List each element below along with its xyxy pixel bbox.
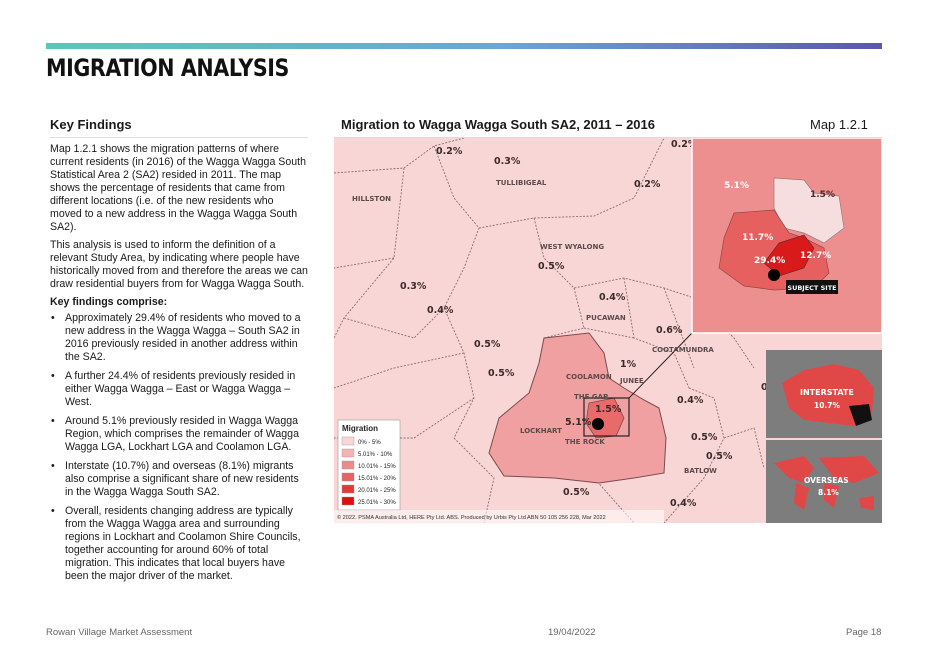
place-label: PUCAWAN — [586, 314, 626, 322]
legend-swatch — [341, 496, 355, 506]
place-label: JUNEE — [619, 377, 644, 385]
legend-label: 5.01% - 10% — [358, 452, 393, 458]
divider — [50, 137, 308, 138]
inset-percent-label: 1.5% — [810, 190, 835, 200]
percent-label: 0.2% — [634, 179, 661, 190]
percent-label: 0.5% — [691, 432, 718, 443]
list-item: Approximately 29.4% of residents who mov… — [50, 312, 308, 364]
key-findings-heading: Key Findings — [50, 117, 132, 132]
percent-label: 0.4% — [599, 292, 626, 303]
subject-site-marker — [592, 418, 604, 430]
migration-map: HILLSTON TULLIBIGEAL WEST WYALONG PUCAWA… — [334, 138, 882, 523]
map-legend: Migration 0% - 5% 5.01% - 10% 10.01% - 15%… — [337, 419, 401, 511]
place-label: COOTAMUNDRA — [652, 346, 714, 354]
inset-percent-label: 12.7% — [800, 251, 831, 261]
subject-site-label: SUBJECT SITE — [787, 284, 836, 292]
percent-label: 1% — [620, 359, 637, 370]
percent-label: 0.3% — [494, 156, 521, 167]
interstate-value: 10.7% — [814, 401, 841, 410]
place-label: COOLAMON — [566, 373, 612, 381]
percent-label: 5.1% — [565, 417, 592, 428]
key-findings-body: Map 1.2.1 shows the migration patterns o… — [50, 143, 308, 589]
percent-label: 0.5% — [706, 451, 733, 462]
inset-map: SUBJECT SITE 5.1% 1.5% 11.7% 12.7% 29.4% — [691, 138, 882, 334]
percent-label: 1.5% — [595, 404, 622, 415]
legend-swatch — [341, 436, 355, 446]
place-label: TULLIBIGEAL — [496, 179, 547, 187]
place-label: THE ROCK — [565, 438, 605, 446]
place-label: THE GAP — [574, 393, 608, 401]
legend-label: 15.01% - 20% — [358, 476, 396, 482]
percent-label: 0.3% — [400, 281, 427, 292]
legend-title: Migration — [342, 424, 378, 433]
overseas-value: 8.1% — [818, 488, 839, 497]
paragraph: Map 1.2.1 shows the migration patterns o… — [50, 143, 306, 233]
footer-page-number: Page 18 — [846, 627, 882, 638]
legend-label: 20.01% - 25% — [358, 488, 396, 494]
interstate-label: INTERSTATE — [800, 388, 854, 397]
legend-swatch — [341, 484, 355, 494]
place-label: BATLOW — [684, 467, 717, 475]
legend-label: 0% - 5% — [358, 440, 381, 446]
overseas-inset: OVERSEAS 8.1% — [766, 440, 882, 523]
inset-percent-label: 29.4% — [754, 256, 785, 266]
page-title: MIGRATION ANALYSIS — [46, 54, 289, 82]
list-item: Interstate (10.7%) and overseas (8.1%) m… — [50, 460, 308, 499]
overseas-label: OVERSEAS — [804, 476, 849, 485]
list-item: Overall, residents changing address are … — [50, 505, 308, 583]
percent-label: 0.4% — [670, 498, 697, 509]
legend-swatch — [341, 460, 355, 470]
percent-label: 0.5% — [488, 368, 515, 379]
map-number: Map 1.2.1 — [810, 117, 868, 132]
legend-label: 25.01% - 30% — [358, 500, 396, 506]
list-item: Around 5.1% previously resided in Wagga … — [50, 415, 308, 454]
percent-label: 0.2% — [436, 146, 463, 157]
percent-label: 0.5% — [563, 487, 590, 498]
footer-report-name: Rowan Village Market Assessment — [46, 627, 193, 638]
header-gradient-rule — [46, 43, 882, 49]
percent-label: 0.6% — [656, 325, 683, 336]
place-label: LOCKHART — [520, 427, 562, 435]
map-title: Migration to Wagga Wagga South SA2, 2011… — [341, 117, 655, 132]
legend-swatch — [341, 472, 355, 482]
findings-subheading: Key findings comprise: — [50, 296, 168, 308]
map-copyright: © 2022. PSMA Australia Ltd, HERE Pty Ltd… — [337, 514, 606, 521]
place-label: WEST WYALONG — [540, 243, 604, 251]
percent-label: 0.5% — [474, 339, 501, 350]
inset-percent-label: 11.7% — [742, 233, 773, 243]
place-label: HILLSTON — [352, 195, 391, 203]
interstate-inset: INTERSTATE 10.7% — [766, 350, 882, 438]
paragraph: This analysis is used to inform the defi… — [50, 239, 308, 290]
legend-swatch — [341, 448, 355, 458]
percent-label: 0.4% — [677, 395, 704, 406]
percent-label: 0.4% — [427, 305, 454, 316]
percent-label: 0.5% — [538, 261, 565, 272]
findings-list: Approximately 29.4% of residents who mov… — [50, 312, 308, 583]
inset-percent-label: 5.1% — [724, 181, 749, 191]
footer-date: 19/04/2022 — [548, 627, 596, 638]
legend-label: 10.01% - 15% — [358, 464, 396, 470]
list-item: A further 24.4% of residents previously … — [50, 370, 308, 409]
